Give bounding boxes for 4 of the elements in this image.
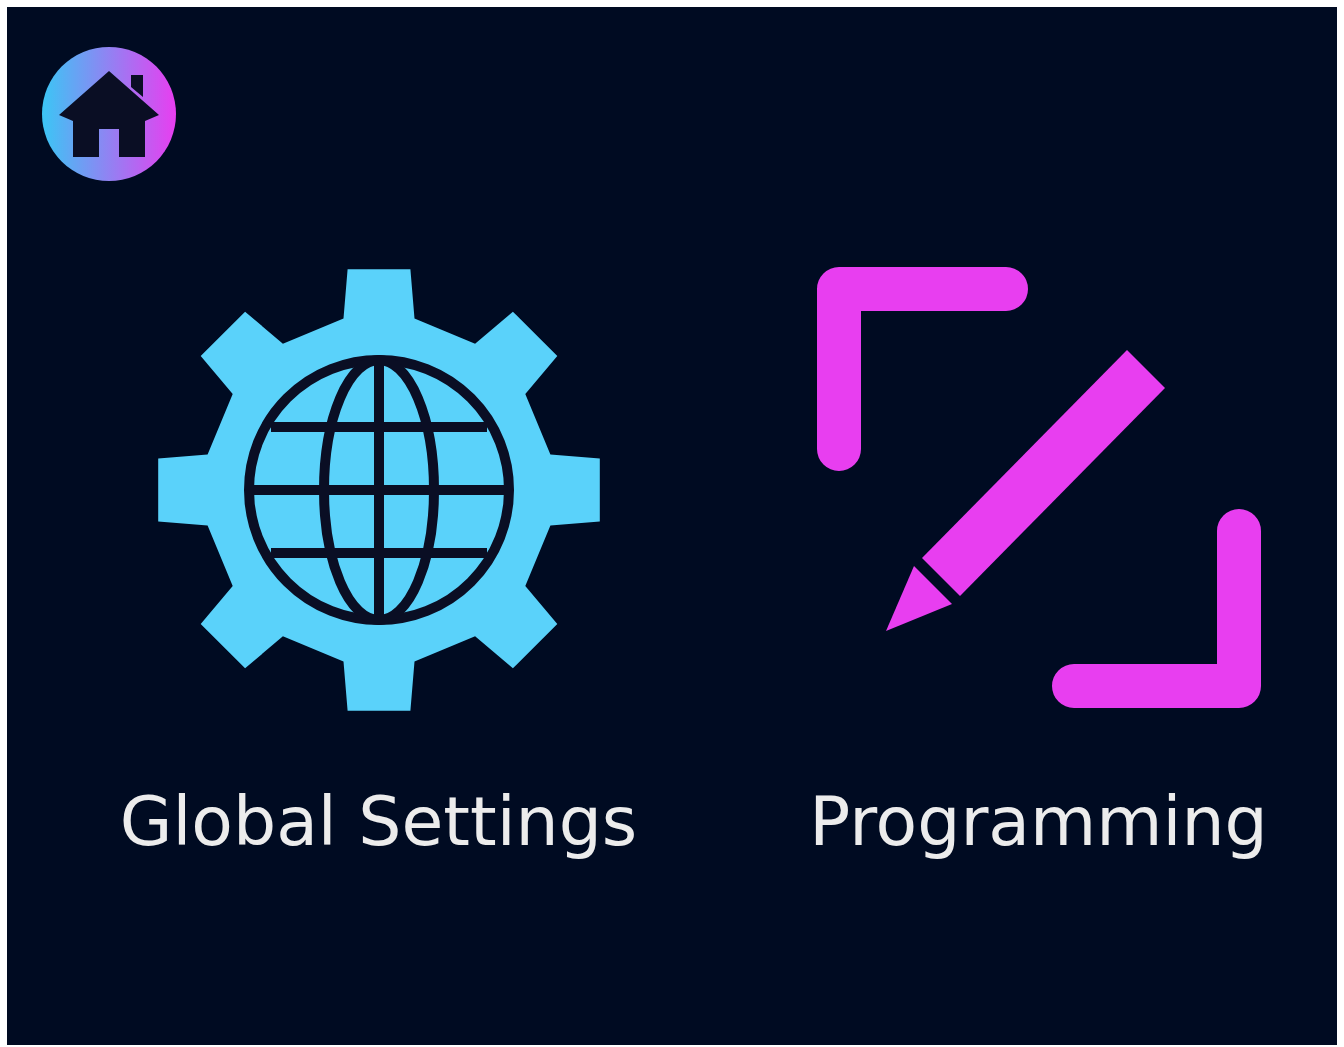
menu-button[interactable]: Global Settings [80, 267, 677, 862]
home-icon [59, 71, 159, 157]
menu-button[interactable]: Programming [740, 267, 1337, 862]
globe-gear-icon [155, 267, 602, 713]
